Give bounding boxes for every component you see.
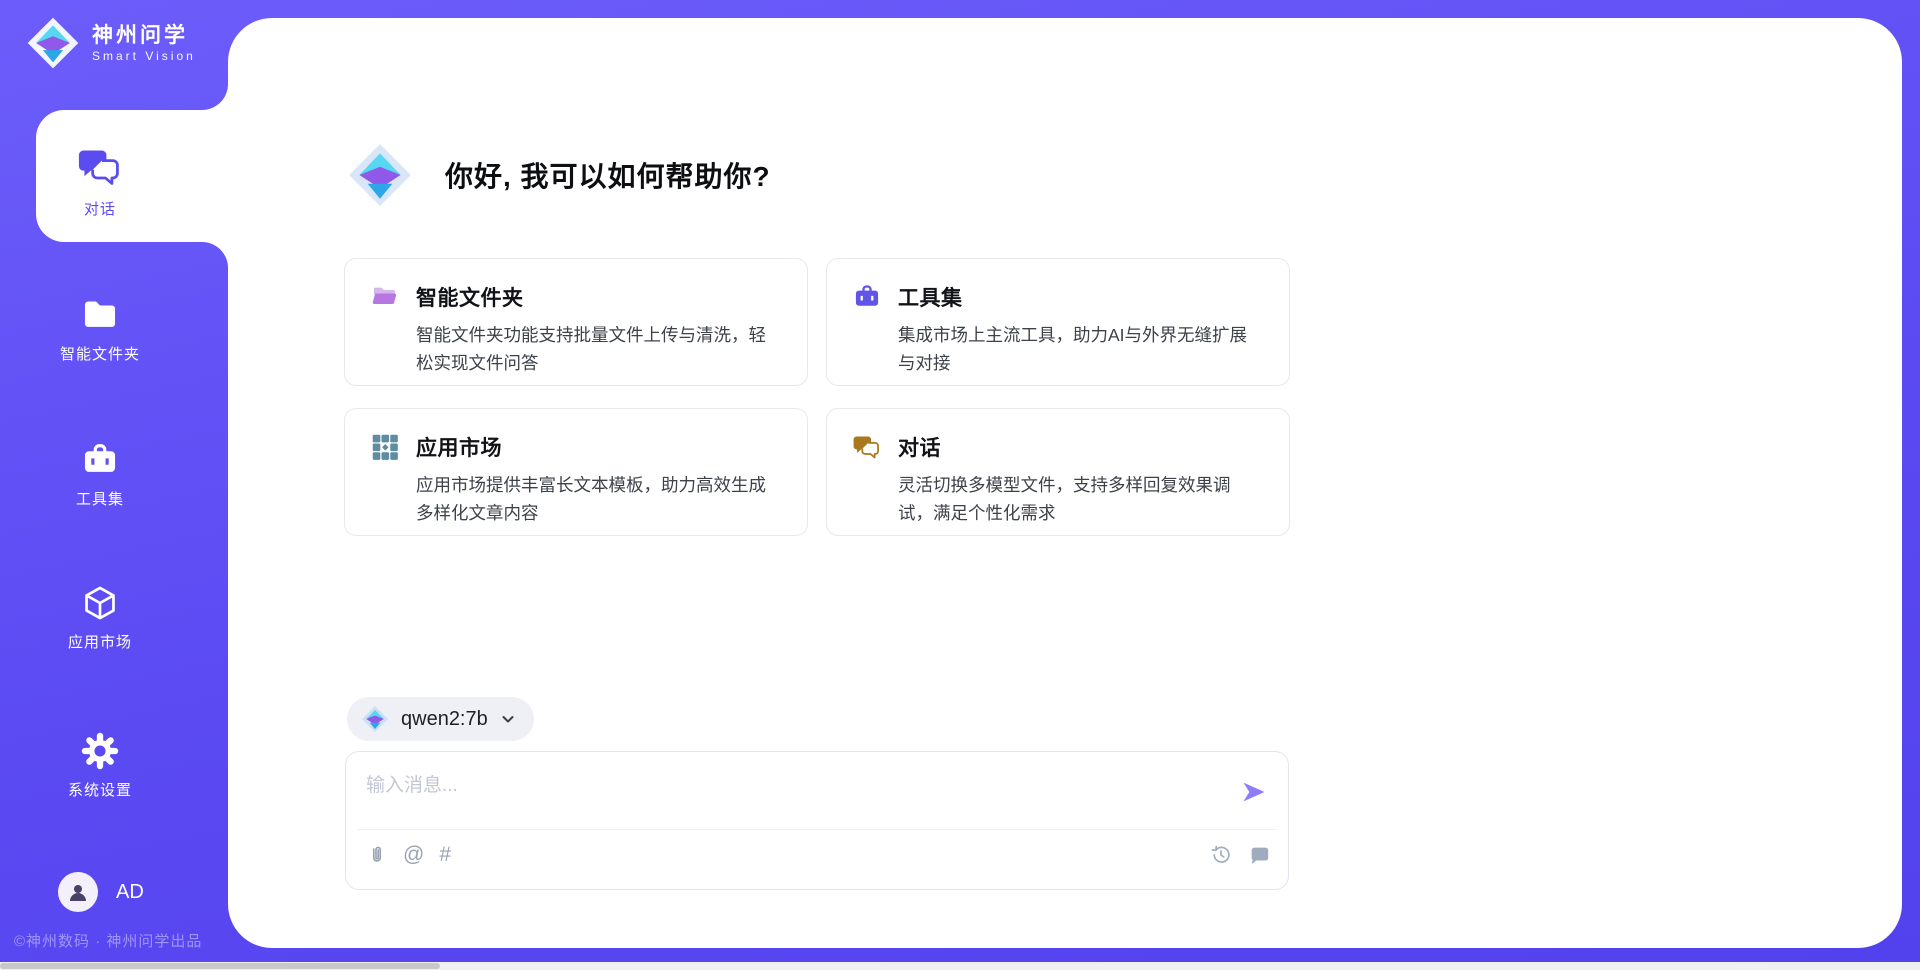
sidebar-item-label: 对话 [84,198,116,219]
feature-cards: 智能文件夹 智能文件夹功能支持批量文件上传与清洗，轻松实现文件问答 工具集 集成… [344,258,1290,536]
card-description: 智能文件夹功能支持批量文件上传与清洗，轻松实现文件问答 [416,321,772,377]
message-composer: @ # [345,751,1289,890]
card-description: 集成市场上主流工具，助力AI与外界无缝扩展与对接 [898,321,1254,377]
horizontal-scrollbar[interactable] [0,962,1920,970]
sidebar-item-smart-folder[interactable]: 智能文件夹 [0,296,200,364]
greeting-title: 你好, 我可以如何帮助你? [445,155,771,195]
chat-bubbles-icon [853,433,881,461]
card-app-market[interactable]: 应用市场 应用市场提供丰富长文本模板，助力高效生成多样化文章内容 [344,408,808,536]
model-name: qwen2:7b [401,708,488,731]
card-title: 工具集 [898,282,963,312]
model-gem-icon [361,705,389,733]
sidebar-item-settings[interactable]: 系统设置 [0,732,200,800]
hashtag-icon[interactable]: # [439,844,451,866]
folder-open-icon [371,283,399,311]
composer-divider [358,829,1276,830]
chat-bubbles-icon [78,145,122,189]
sidebar-item-app-market[interactable]: 应用市场 [0,584,200,652]
mention-icon[interactable]: @ [403,844,424,866]
card-description: 灵活切换多模型文件，支持多样回复效果调试，满足个性化需求 [898,471,1254,527]
send-button[interactable] [1240,778,1268,806]
gear-icon [81,732,119,770]
avatar [58,872,98,912]
card-description: 应用市场提供丰富长文本模板，助力高效生成多样化文章内容 [416,471,772,527]
sidebar-item-toolset[interactable]: 工具集 [0,441,200,509]
history-icon[interactable] [1210,844,1232,866]
toolbox-icon [853,283,881,311]
user-account[interactable]: AD [58,872,144,912]
card-title: 智能文件夹 [416,282,524,312]
assistant-gem-icon [347,142,413,208]
brand-name: 神州问学 [92,23,196,49]
person-icon [66,880,90,904]
folder-icon [81,296,119,334]
greeting: 你好, 我可以如何帮助你? [347,142,771,208]
card-title: 对话 [898,432,941,462]
scrollbar-thumb[interactable] [0,963,440,969]
model-selector[interactable]: qwen2:7b [347,697,534,741]
user-initials: AD [116,881,144,904]
card-title: 应用市场 [416,432,502,462]
app-grid-icon [371,433,399,461]
sidebar-item-label: 智能文件夹 [60,343,140,364]
brand-subtitle: Smart Vision [92,49,196,63]
toolbox-icon [81,441,119,479]
feedback-bubble-icon[interactable] [1248,844,1270,866]
attachment-icon[interactable] [366,844,388,866]
card-smart-folder[interactable]: 智能文件夹 智能文件夹功能支持批量文件上传与清洗，轻松实现文件问答 [344,258,808,386]
sidebar-item-label: 工具集 [76,488,124,509]
brand-gem-icon [26,16,80,70]
send-icon [1240,778,1268,806]
chevron-down-icon [500,711,516,727]
brand-logo: 神州问学 Smart Vision [26,16,196,70]
copyright-text: ©神州数码 · 神州问学出品 [14,930,202,951]
cube-icon [81,584,119,622]
sidebar-item-label: 应用市场 [68,631,132,652]
sidebar-item-label: 系统设置 [68,779,132,800]
card-toolset[interactable]: 工具集 集成市场上主流工具，助力AI与外界无缝扩展与对接 [826,258,1290,386]
message-input[interactable] [366,770,1206,822]
sidebar-item-chat[interactable]: 对话 [0,145,200,219]
card-chat[interactable]: 对话 灵活切换多模型文件，支持多样回复效果调试，满足个性化需求 [826,408,1290,536]
